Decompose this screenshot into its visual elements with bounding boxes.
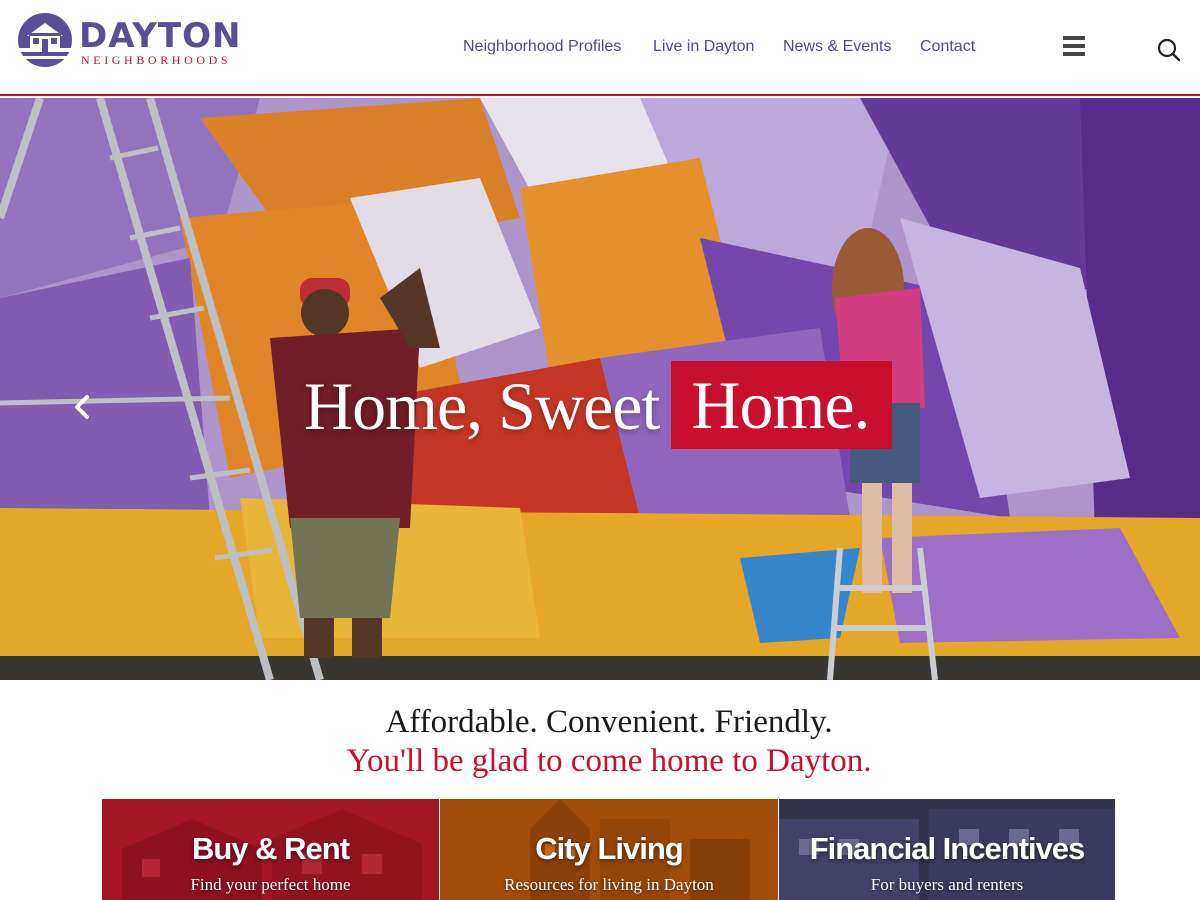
search-icon[interactable]: [1157, 38, 1181, 62]
nav-news-events[interactable]: News & Events: [783, 37, 891, 57]
main-nav: Neighborhood Profiles Live in Dayton New…: [0, 37, 1200, 57]
chevron-left-icon[interactable]: [70, 394, 94, 420]
hero-heading-part1: Home, Sweet: [304, 368, 660, 444]
card-city-living[interactable]: City Living Resources for living in Dayt…: [440, 799, 778, 900]
site-header: DAYTON NEIGHBORHOODS Neighborhood Profil…: [0, 0, 1200, 96]
feature-cards: Buy & Rent Find your perfect home City L…: [102, 799, 1115, 900]
card-title: Buy & Rent: [191, 831, 350, 866]
card-title: City Living: [535, 831, 683, 866]
tagline-primary: Affordable. Convenient. Friendly.: [385, 704, 833, 740]
card-financial-incentives[interactable]: Financial Incentives For buyers and rent…: [779, 799, 1115, 900]
card-subtitle: For buyers and renters: [870, 875, 1024, 894]
hero-banner: Home, Sweet Home.: [0, 98, 1200, 680]
hero-heading-highlight: Home.: [671, 361, 892, 449]
card-subtitle: Resources for living in Dayton: [504, 875, 714, 894]
hero-heading: Home, Sweet Home.: [304, 361, 892, 451]
card-subtitle: Find your perfect home: [190, 875, 351, 894]
card-title: Financial Incentives: [809, 831, 1086, 866]
nav-neighborhood-profiles[interactable]: Neighborhood Profiles: [463, 37, 621, 57]
hamburger-icon[interactable]: [1062, 35, 1086, 59]
nav-contact[interactable]: Contact: [920, 37, 975, 57]
tagline-secondary: You'll be glad to come home to Dayton.: [346, 743, 872, 779]
nav-live-in-dayton[interactable]: Live in Dayton: [653, 37, 754, 57]
card-buy-rent[interactable]: Buy & Rent Find your perfect home: [102, 799, 439, 900]
